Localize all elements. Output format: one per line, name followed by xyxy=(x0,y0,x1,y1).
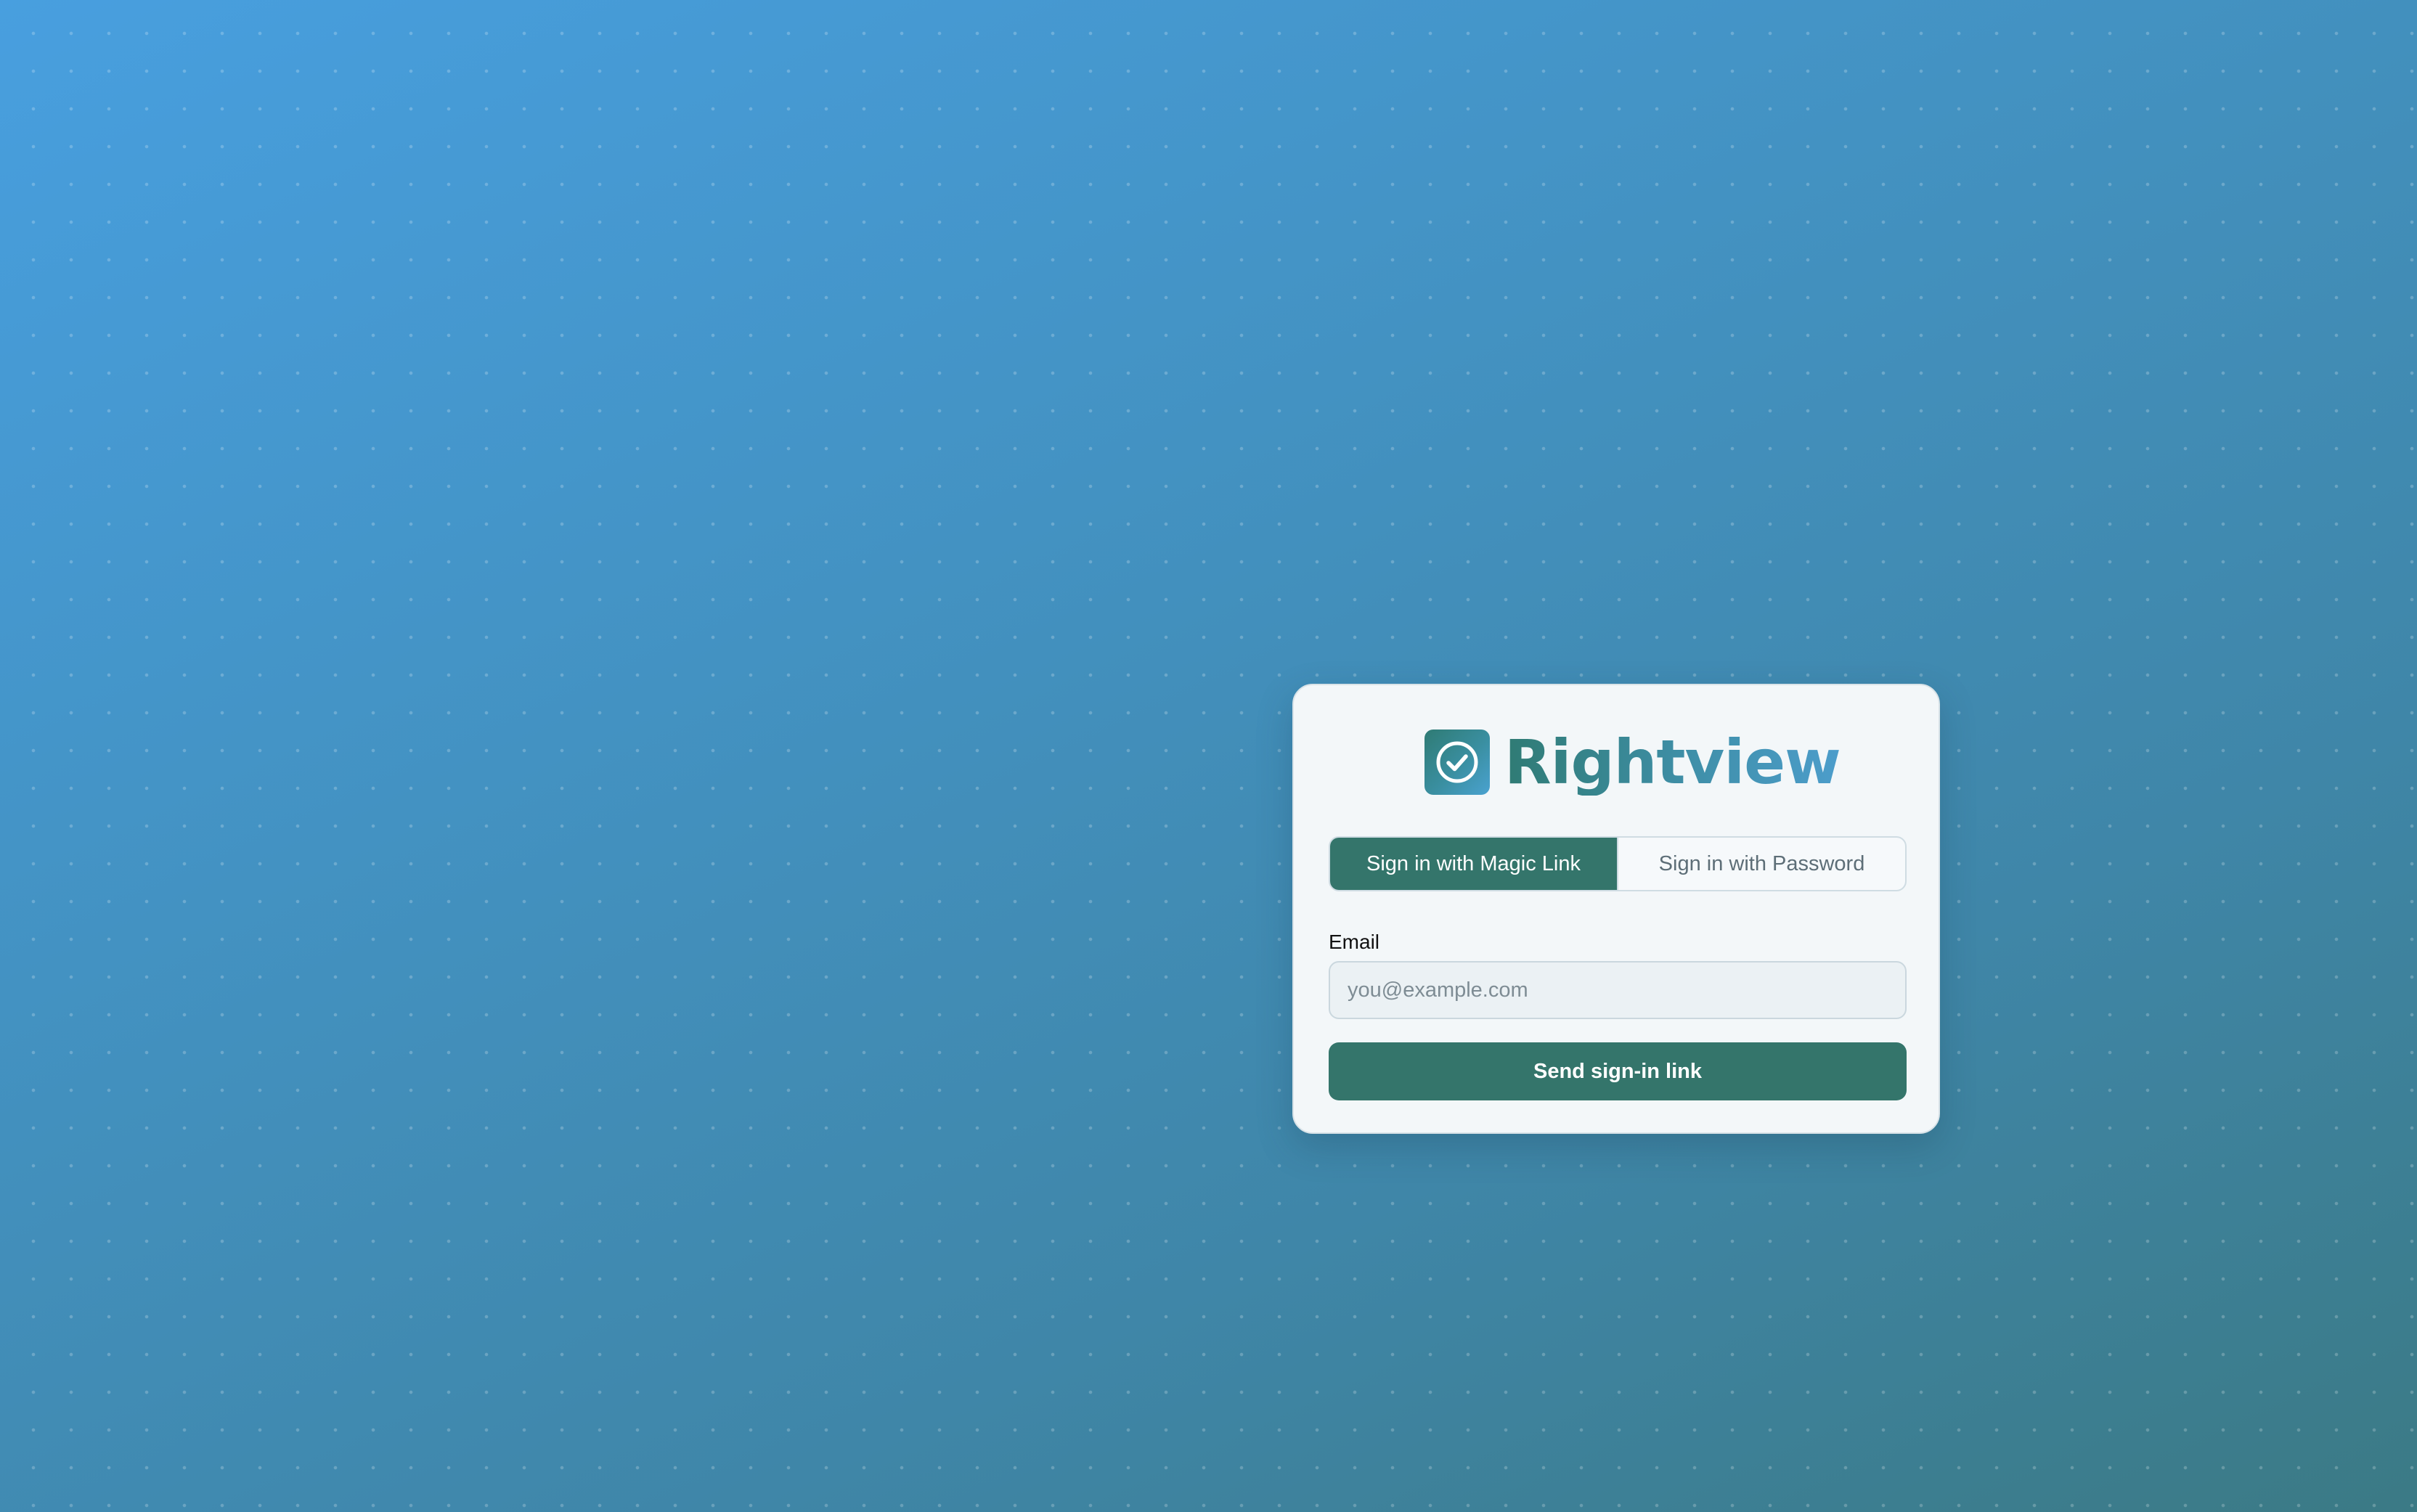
sign-in-card: Rightview Sign in with Magic Link Sign i… xyxy=(1292,684,1940,1134)
background-dot-pattern xyxy=(0,0,2417,1512)
brand-wordmark: Rightview xyxy=(1504,727,1841,798)
check-circle-icon xyxy=(1424,730,1490,795)
signin-mode-toggle: Sign in with Magic Link Sign in with Pas… xyxy=(1329,836,1907,891)
email-label: Email xyxy=(1329,931,1380,953)
email-input[interactable] xyxy=(1329,961,1907,1019)
brand-header: Rightview xyxy=(1424,729,1841,796)
send-sign-in-link-button[interactable]: Send sign-in link xyxy=(1329,1042,1907,1100)
tab-magic-link[interactable]: Sign in with Magic Link xyxy=(1330,838,1617,890)
tab-password[interactable]: Sign in with Password xyxy=(1617,838,1905,890)
